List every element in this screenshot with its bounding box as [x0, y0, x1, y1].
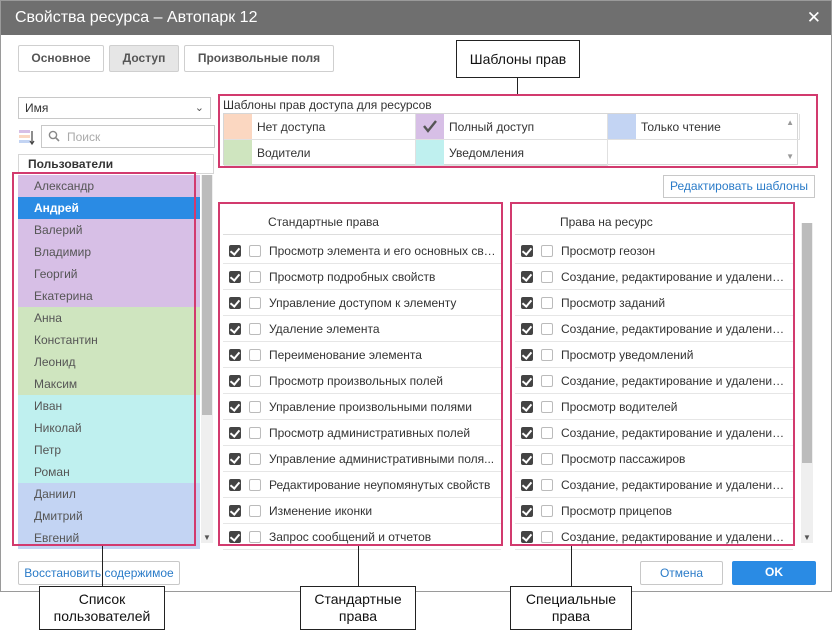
callout-text: права	[551, 608, 591, 624]
sort-select-value: Имя	[25, 101, 49, 115]
search-input[interactable]: Поиск	[41, 125, 215, 148]
scroll-down-icon[interactable]: ▼	[803, 533, 811, 542]
chevron-down-icon: ⌄	[194, 102, 204, 114]
restore-button[interactable]: Восстановить содержимое	[18, 561, 180, 585]
rights-scrollbar[interactable]: ▼	[801, 223, 813, 543]
users-scroll-thumb[interactable]	[202, 175, 212, 415]
standard-rights-highlight	[218, 202, 503, 546]
callout-line	[571, 546, 572, 586]
special-rights-highlight	[510, 202, 795, 546]
dialog-titlebar: Свойства ресурса – Автопарк 12 ✕	[1, 1, 831, 35]
templates-callout: Шаблоны прав	[456, 40, 580, 78]
ok-button[interactable]: OK	[732, 561, 816, 585]
sort-select[interactable]: Имя ⌄	[18, 97, 211, 119]
cancel-button[interactable]: Отмена	[640, 561, 723, 585]
callout-text: права	[338, 608, 378, 624]
standard-callout: Стандартные права	[300, 586, 416, 630]
rights-scroll-thumb[interactable]	[802, 223, 812, 463]
users-highlight	[12, 172, 196, 546]
search-placeholder: Поиск	[67, 130, 101, 144]
callout-line	[358, 546, 359, 586]
tab-general[interactable]: Основное	[18, 45, 104, 72]
sort-order-icon[interactable]	[18, 128, 36, 146]
close-icon[interactable]: ✕	[807, 8, 821, 28]
users-callout: Список пользователей	[39, 586, 165, 630]
callout-text: Шаблоны прав	[469, 51, 567, 67]
tab-custom-fields[interactable]: Произвольные поля	[184, 45, 334, 72]
callout-text: пользователей	[53, 608, 151, 624]
search-icon	[48, 130, 60, 142]
tab-access[interactable]: Доступ	[109, 45, 179, 72]
edit-templates-button[interactable]: Редактировать шаблоны	[663, 175, 815, 198]
callout-line	[517, 78, 518, 94]
callout-line	[102, 546, 103, 586]
dialog-title: Свойства ресурса – Автопарк 12	[15, 9, 258, 26]
users-list-header: Пользователи	[18, 154, 214, 174]
scroll-down-icon[interactable]: ▼	[203, 533, 211, 542]
callout-text: Список	[78, 591, 126, 607]
callout-text: Стандартные	[314, 591, 402, 607]
special-callout: Специальные права	[510, 586, 632, 630]
callout-text: Специальные	[525, 591, 617, 607]
templates-highlight	[218, 94, 818, 168]
users-scrollbar[interactable]: ▼	[201, 175, 213, 543]
